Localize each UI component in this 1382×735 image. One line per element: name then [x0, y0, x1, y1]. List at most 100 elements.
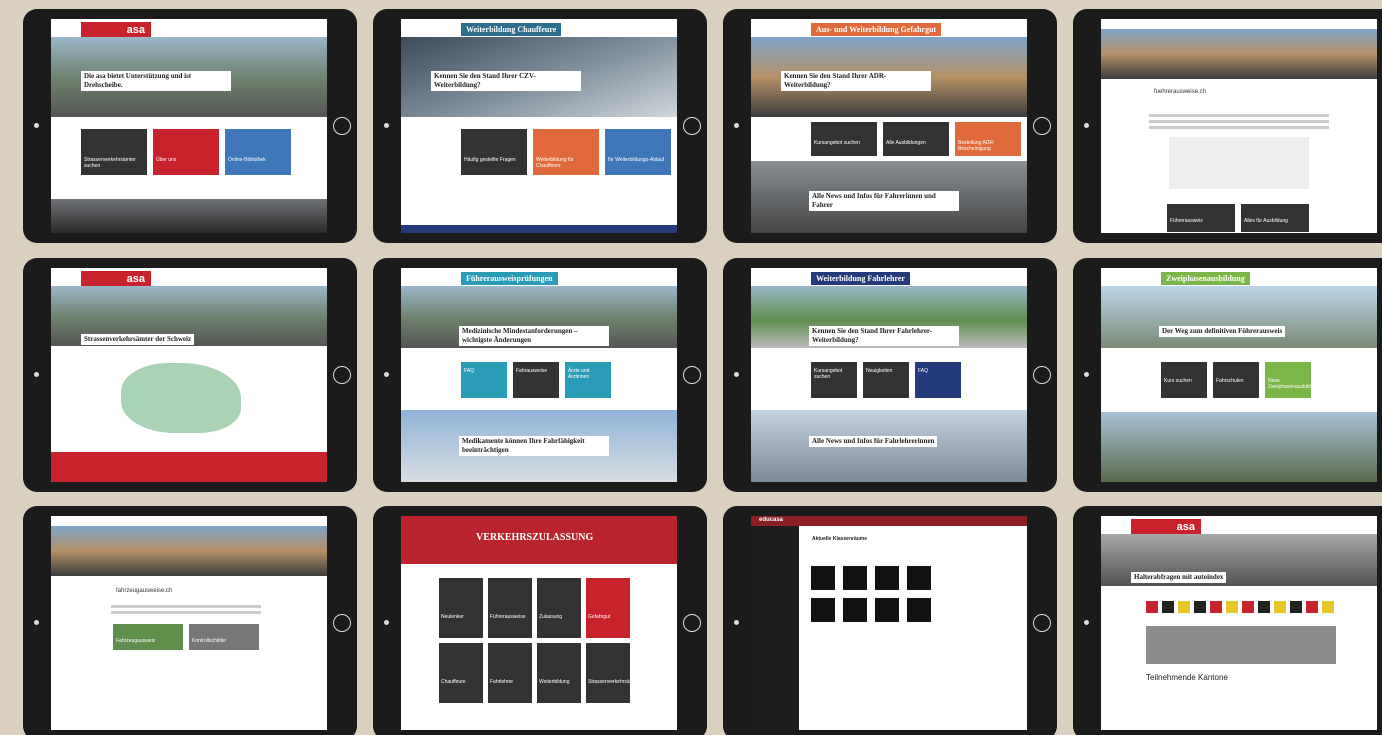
hero-title: Kennen Sie den Stand Ihrer Fahrlehrer-We… [809, 326, 959, 346]
flag-icon[interactable] [1258, 601, 1270, 613]
lower-title: Alle News und Infos für Fahrerinnen und … [809, 191, 959, 211]
tile[interactable] [875, 566, 899, 590]
card-row: Kursangebot suchen Alle Ausbildungen Bes… [811, 122, 1021, 156]
hero-title: Kennen Sie den Stand Ihrer ADR-Weiterbil… [781, 71, 931, 91]
screen: asa Halterabfragen mit autoindex Teilneh… [1101, 516, 1377, 730]
screen: fahrzeugausweise.ch Fahrzeugausweis Kont… [51, 516, 327, 730]
card[interactable]: Häufig gestellte Fragen [461, 129, 527, 175]
camera-icon [1084, 123, 1089, 128]
tile[interactable]: Zulassung [537, 578, 581, 638]
flag-icon[interactable] [1194, 601, 1206, 613]
tablet-chauffeure: Weiterbildung Chauffeure Kennen Sie den … [373, 9, 707, 243]
flag-icon[interactable] [1146, 601, 1158, 613]
tablet-fuehrerausweise: fuehrerausweise.ch Führerausweis Alles f… [1073, 9, 1382, 243]
hero-image [51, 526, 327, 576]
tile[interactable]: Strassenverkehrsämter [586, 643, 640, 703]
card[interactable]: Online-Bibliothek [225, 129, 291, 175]
card[interactable]: Ihr Weiterbildungs-Ablauf [605, 129, 671, 175]
tile[interactable]: Führerausweise [488, 578, 532, 638]
card[interactable]: Kontrollschilder [189, 624, 259, 650]
card[interactable]: Fahrzeugausweis [113, 624, 183, 650]
hero-title: Strassenverkehrsämter der Schweiz [81, 334, 195, 345]
card[interactable]: Über uns [153, 129, 219, 175]
camera-icon [34, 372, 39, 377]
flag-icon[interactable] [1274, 601, 1286, 613]
footer-bar [401, 225, 677, 233]
card[interactable]: Kursangebot suchen [811, 122, 877, 156]
camera-icon [734, 123, 739, 128]
page-title: Führerausweisprüfungen [461, 272, 558, 285]
tile[interactable]: Neulenker [439, 578, 483, 638]
tile[interactable] [843, 598, 867, 622]
tablet-asa-home: asa Die asa bietet Unterstützung und ist… [23, 9, 357, 243]
home-button[interactable] [333, 366, 351, 384]
flag-icon[interactable] [1242, 601, 1254, 613]
card[interactable]: Ärzte und Ärztinnen [565, 362, 611, 398]
home-button[interactable] [333, 117, 351, 135]
card[interactable]: Fahrausweise [513, 362, 559, 398]
tablet-fahrzeugausweise: fahrzeugausweise.ch Fahrzeugausweis Kont… [23, 506, 357, 735]
switzerland-map[interactable] [121, 363, 241, 433]
page-title: Weiterbildung Chauffeure [461, 23, 562, 36]
logo[interactable]: asa [81, 271, 151, 287]
tablet-fuehrerausweispruefungen: Führerausweisprüfungen Medizinische Mind… [373, 258, 707, 492]
flag-icon[interactable] [1178, 601, 1190, 613]
card[interactable]: Führerausweis [1167, 204, 1235, 232]
home-button[interactable] [683, 117, 701, 135]
card[interactable]: Weiterbildung für Chauffeure [533, 129, 599, 175]
home-button[interactable] [333, 614, 351, 632]
flag-icon[interactable] [1162, 601, 1174, 613]
flag-icon[interactable] [1322, 601, 1334, 613]
card-row: Führerausweis Alles für Ausbildung [1167, 204, 1309, 232]
home-button[interactable] [1033, 366, 1051, 384]
camera-icon [734, 620, 739, 625]
screen: fuehrerausweise.ch Führerausweis Alles f… [1101, 19, 1377, 233]
tile[interactable]: Gefahrgut [586, 578, 630, 638]
card[interactable]: Neuigkeiten [863, 362, 909, 398]
card-row: Kurs suchen Fahrschulen Neue Zweiphasena… [1161, 362, 1319, 398]
card[interactable]: Fahrschulen [1213, 362, 1259, 398]
flag-icon[interactable] [1290, 601, 1302, 613]
home-button[interactable] [1033, 117, 1051, 135]
page-title: Aus- und Weiterbildung Gefahrgut [811, 23, 942, 36]
tile[interactable] [907, 566, 931, 590]
logo[interactable]: educasa [755, 516, 787, 524]
tile[interactable] [843, 566, 867, 590]
flag-icon[interactable] [1210, 601, 1222, 613]
card[interactable]: Neue Zweiphasenausbildung [1265, 362, 1319, 398]
card[interactable]: Alles für Ausbildung [1241, 204, 1309, 232]
card[interactable]: Kurs suchen [1161, 362, 1207, 398]
hero-title: VERKEHRSZULASSUNG [476, 532, 594, 543]
tile[interactable] [875, 598, 899, 622]
sidebar [751, 526, 799, 730]
screen: Aus- und Weiterbildung Gefahrgut Kennen … [751, 19, 1027, 233]
tile[interactable]: Fahrlehrer [488, 643, 532, 703]
tile[interactable] [811, 566, 835, 590]
tablet-grid: asa Die asa bietet Unterstützung und ist… [0, 0, 1382, 735]
card[interactable]: Strassenverkehrsämter suchen [81, 129, 147, 175]
tile[interactable] [907, 598, 931, 622]
tablet-verkehrszulassung: VERKEHRSZULASSUNG Neulenker Führerauswei… [373, 506, 707, 735]
card[interactable]: FAQ [915, 362, 961, 398]
camera-icon [734, 372, 739, 377]
card[interactable]: Bestellung ADR-Bescheinigung [955, 122, 1021, 156]
home-button[interactable] [683, 366, 701, 384]
text-block [111, 602, 261, 617]
section-heading: Teilnehmende Kantone [1146, 673, 1228, 682]
tile[interactable]: Chauffeure [439, 643, 483, 703]
card[interactable]: FAQ [461, 362, 507, 398]
flag-icon[interactable] [1226, 601, 1238, 613]
home-button[interactable] [1033, 614, 1051, 632]
home-button[interactable] [683, 614, 701, 632]
logo[interactable]: asa [1131, 519, 1201, 535]
tile[interactable]: Weiterbildung [537, 643, 581, 703]
tablet-fahrlehrer: Weiterbildung Fahrlehrer Kennen Sie den … [723, 258, 1057, 492]
card[interactable]: Kursangebot suchen [811, 362, 857, 398]
card-row: Kursangebot suchen Neuigkeiten FAQ [811, 362, 961, 398]
tile[interactable] [811, 598, 835, 622]
logo[interactable]: asa [81, 22, 151, 38]
card[interactable]: Alle Ausbildungen [883, 122, 949, 156]
hero-title: Medizinische Mindestanforderungen – wich… [459, 326, 609, 346]
lower-title: Alle News und Infos für Fahrlehrerinnen [809, 436, 938, 447]
flag-icon[interactable] [1306, 601, 1318, 613]
